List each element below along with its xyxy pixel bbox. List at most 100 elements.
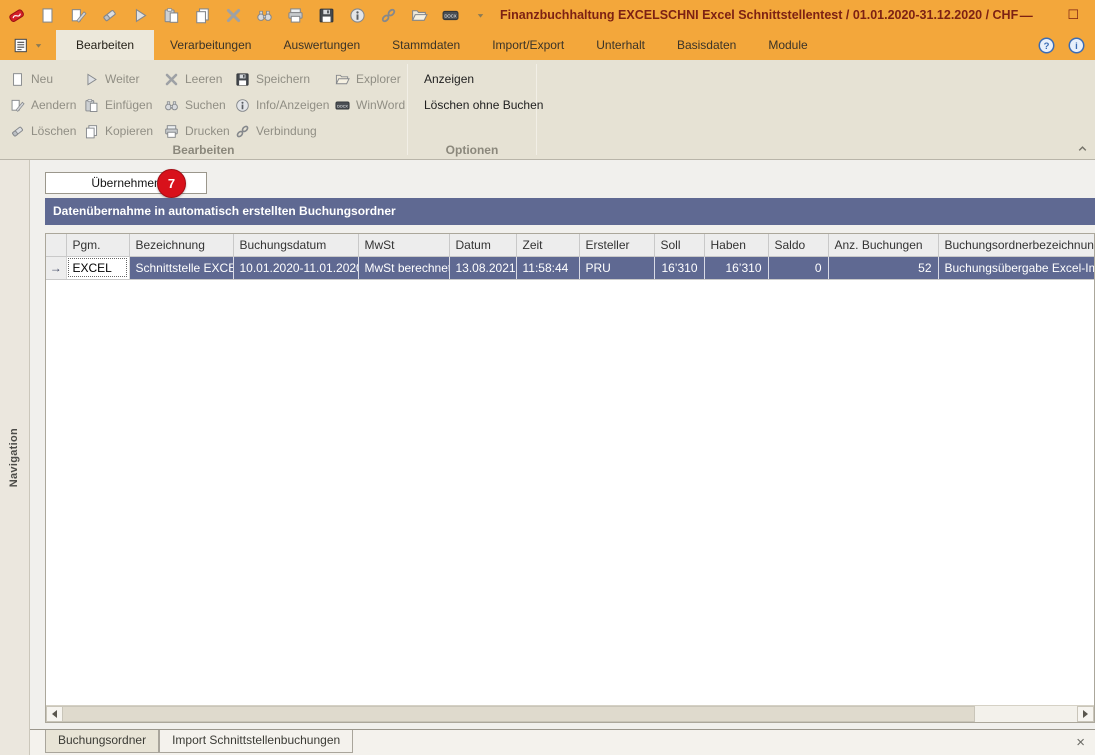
- explorer-button[interactable]: Explorer: [331, 66, 407, 92]
- print-icon[interactable]: [287, 7, 304, 24]
- ribbon-collapse-chevron-icon[interactable]: [1075, 141, 1090, 156]
- search-binoculars-icon: [164, 98, 179, 113]
- new-icon[interactable]: [39, 7, 56, 24]
- col-saldo[interactable]: Saldo: [768, 234, 828, 256]
- application-menu-button[interactable]: [6, 30, 50, 60]
- winword-docx-icon: [335, 98, 350, 113]
- winword-button[interactable]: WinWord: [331, 92, 407, 118]
- weiter-label: Weiter: [105, 72, 139, 86]
- cell-saldo[interactable]: 0: [768, 256, 828, 279]
- cell-buchungsordnerbezeichnung[interactable]: Buchungsübergabe Excel-Imp: [938, 256, 1095, 279]
- info-anzeigen-button[interactable]: Info/Anzeigen: [231, 92, 331, 118]
- tab-basisdaten[interactable]: Basisdaten: [661, 30, 752, 60]
- suchen-button[interactable]: Suchen: [160, 92, 231, 118]
- loeschen-ohne-buchen-button[interactable]: Löschen ohne Buchen: [414, 92, 536, 118]
- speichern-label: Speichern: [256, 72, 310, 86]
- col-pgm[interactable]: Pgm.: [66, 234, 129, 256]
- aendern-label: Aendern: [31, 98, 76, 112]
- col-buchungsordnerbezeichnung[interactable]: Buchungsordnerbezeichnung: [938, 234, 1095, 256]
- ribbon-group-optionen: Anzeigen Löschen ohne Buchen Optionen: [408, 60, 536, 159]
- tab-import-schnittstellenbuchungen[interactable]: Import Schnittstellenbuchungen: [159, 730, 353, 753]
- maximize-button[interactable]: ☐: [1065, 7, 1081, 23]
- col-ersteller[interactable]: Ersteller: [579, 234, 654, 256]
- link-icon: [235, 124, 250, 139]
- cell-haben[interactable]: 16’310: [704, 256, 768, 279]
- scroll-left-button[interactable]: [46, 706, 63, 722]
- winword-docx-icon[interactable]: [442, 7, 459, 24]
- neu-button[interactable]: Neu: [6, 66, 80, 92]
- verbindung-label: Verbindung: [256, 124, 317, 138]
- info-icon[interactable]: [349, 7, 366, 24]
- cell-bezeichnung[interactable]: Schnittstelle EXCEL: [129, 256, 233, 279]
- tab-auswertungen[interactable]: Auswertungen: [267, 30, 376, 60]
- weiter-button[interactable]: Weiter: [80, 66, 160, 92]
- col-bezeichnung[interactable]: Bezeichnung: [129, 234, 233, 256]
- info-circle-icon[interactable]: [1068, 37, 1085, 54]
- tab-verarbeitungen[interactable]: Verarbeitungen: [154, 30, 267, 60]
- scroll-right-button[interactable]: [1077, 706, 1094, 722]
- col-haben[interactable]: Haben: [704, 234, 768, 256]
- tab-unterhalt[interactable]: Unterhalt: [580, 30, 661, 60]
- drucken-button[interactable]: Drucken: [160, 118, 231, 144]
- cell-ersteller[interactable]: PRU: [579, 256, 654, 279]
- navigation-panel-collapsed[interactable]: Navigation: [0, 160, 30, 755]
- tab-import-export[interactable]: Import/Export: [476, 30, 580, 60]
- col-soll[interactable]: Soll: [654, 234, 704, 256]
- eraser-icon[interactable]: [101, 7, 118, 24]
- tab-strip-close-icon[interactable]: ×: [1076, 733, 1085, 753]
- einfuegen-label: Einfügen: [105, 98, 152, 112]
- kopieren-button[interactable]: Kopieren: [80, 118, 160, 144]
- cell-anz-buchungen[interactable]: 52: [828, 256, 938, 279]
- loeschen-button[interactable]: Löschen: [6, 118, 80, 144]
- col-anz-buchungen[interactable]: Anz. Buchungen: [828, 234, 938, 256]
- link-icon[interactable]: [380, 7, 397, 24]
- tab-module[interactable]: Module: [752, 30, 823, 60]
- scrollbar-track[interactable]: [975, 706, 1077, 722]
- tab-bearbeiten[interactable]: Bearbeiten: [56, 30, 154, 60]
- scrollbar-thumb[interactable]: [63, 706, 975, 722]
- verbindung-button[interactable]: Verbindung: [231, 118, 331, 144]
- save-icon[interactable]: [318, 7, 335, 24]
- bottom-tab-strip: Buchungsordner Import Schnittstellenbuch…: [30, 729, 1095, 755]
- info-icon: [235, 98, 250, 113]
- tab-buchungsordner[interactable]: Buchungsordner: [45, 730, 159, 753]
- tab-stammdaten[interactable]: Stammdaten: [376, 30, 476, 60]
- leeren-button[interactable]: Leeren: [160, 66, 231, 92]
- cell-soll[interactable]: 16’310: [654, 256, 704, 279]
- col-mwst[interactable]: MwSt: [358, 234, 449, 256]
- explorer-label: Explorer: [356, 72, 401, 86]
- play-icon[interactable]: [132, 7, 149, 24]
- horizontal-scrollbar[interactable]: [46, 705, 1094, 722]
- edit-icon[interactable]: [70, 7, 87, 24]
- col-zeit[interactable]: Zeit: [516, 234, 579, 256]
- row-marker-arrow[interactable]: →: [46, 256, 66, 279]
- toolbar-caret-down-icon[interactable]: [475, 10, 486, 21]
- cell-buchungsdatum[interactable]: 10.01.2020-11.01.2020: [233, 256, 358, 279]
- help-circle-icon[interactable]: [1038, 37, 1055, 54]
- table-row-selected[interactable]: → EXCEL Schnittstelle EXCEL 10.01.2020-1…: [46, 256, 1095, 279]
- clear-x-icon: [164, 72, 179, 87]
- col-datum[interactable]: Datum: [449, 234, 516, 256]
- copy-icon[interactable]: [194, 7, 211, 24]
- ribbon: Neu Aendern Löschen Weiter Einfügen Kopi…: [0, 60, 1095, 160]
- ribbon-group-label-optionen: Optionen: [408, 143, 536, 157]
- cell-zeit[interactable]: 11:58:44: [516, 256, 579, 279]
- speichern-button[interactable]: Speichern: [231, 66, 331, 92]
- cell-datum[interactable]: 13.08.2021: [449, 256, 516, 279]
- folder-open-icon[interactable]: [411, 7, 428, 24]
- col-buchungsdatum[interactable]: Buchungsdatum: [233, 234, 358, 256]
- aendern-button[interactable]: Aendern: [6, 92, 80, 118]
- menubar: Bearbeiten Verarbeitungen Auswertungen S…: [0, 30, 1095, 60]
- clear-x-icon[interactable]: [225, 7, 242, 24]
- leeren-label: Leeren: [185, 72, 222, 86]
- einfuegen-button[interactable]: Einfügen: [80, 92, 160, 118]
- minimize-button[interactable]: —: [1018, 8, 1034, 23]
- cell-mwst[interactable]: MwSt berechnet: [358, 256, 449, 279]
- eraser-icon: [10, 124, 25, 139]
- suchen-label: Suchen: [185, 98, 226, 112]
- quick-access-toolbar: [8, 7, 486, 24]
- anzeigen-button[interactable]: Anzeigen: [414, 66, 536, 92]
- search-binoculars-icon[interactable]: [256, 7, 273, 24]
- paste-icon[interactable]: [163, 7, 180, 24]
- cell-pgm[interactable]: EXCEL: [66, 256, 129, 279]
